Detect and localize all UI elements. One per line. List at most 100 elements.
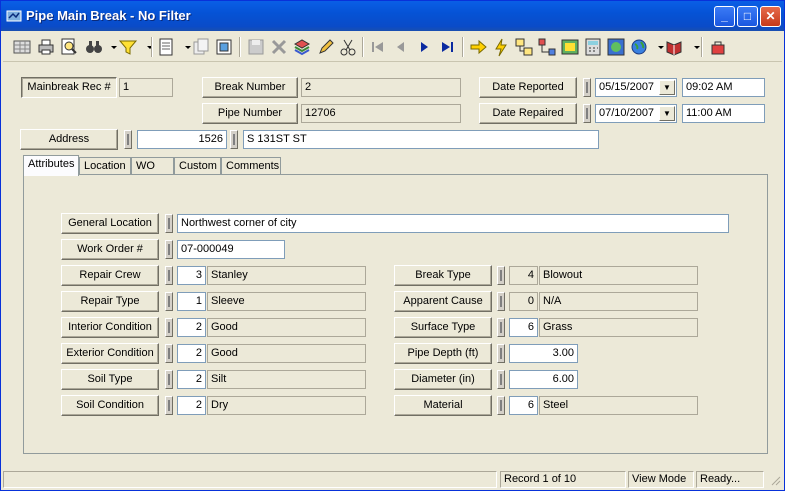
diameter-grip[interactable] bbox=[497, 370, 505, 389]
interior-condition-grip[interactable] bbox=[165, 318, 173, 337]
tree-icon[interactable] bbox=[536, 36, 558, 58]
diameter-field[interactable]: 6.00 bbox=[509, 370, 578, 389]
repair-type-button[interactable]: Repair Type bbox=[61, 291, 159, 312]
resize-grip-icon[interactable] bbox=[769, 474, 781, 486]
date-reported-grip[interactable] bbox=[583, 78, 591, 97]
soil-condition-grip[interactable] bbox=[165, 396, 173, 415]
filter-icon[interactable] bbox=[117, 36, 139, 58]
book-icon[interactable] bbox=[663, 36, 685, 58]
date-reported-picker[interactable]: 05/15/2007 ▼ bbox=[595, 78, 677, 97]
form-icon[interactable] bbox=[213, 36, 235, 58]
repair-type-grip[interactable] bbox=[165, 292, 173, 311]
title-bar[interactable]: Pipe Main Break - No Filter _ □ ✕ bbox=[1, 1, 784, 31]
soil-type-grip[interactable] bbox=[165, 370, 173, 389]
minimize-button[interactable]: _ bbox=[714, 6, 735, 27]
date-reported-button[interactable]: Date Reported bbox=[479, 77, 577, 98]
globe-icon[interactable] bbox=[628, 36, 650, 58]
pipe-depth-button[interactable]: Pipe Depth (ft) bbox=[394, 343, 492, 364]
tab-attributes[interactable]: Attributes bbox=[23, 155, 79, 176]
chevron-down-icon[interactable]: ▼ bbox=[659, 106, 675, 121]
book-dropdown-icon[interactable] bbox=[686, 36, 700, 58]
street-grip[interactable] bbox=[230, 130, 238, 149]
address-grip[interactable] bbox=[124, 130, 132, 149]
lightning-icon[interactable] bbox=[490, 36, 512, 58]
soil-type-button[interactable]: Soil Type bbox=[61, 369, 159, 390]
pipe-depth-field[interactable]: 3.00 bbox=[509, 344, 578, 363]
work-order-field[interactable]: 07-000049 bbox=[177, 240, 285, 259]
soil-condition-button[interactable]: Soil Condition bbox=[61, 395, 159, 416]
copy-record-icon[interactable] bbox=[190, 36, 212, 58]
surface-type-grip[interactable] bbox=[497, 318, 505, 337]
tab-comments[interactable]: Comments bbox=[221, 157, 281, 175]
pipe-depth-grip[interactable] bbox=[497, 344, 505, 363]
interior-condition-code[interactable]: 2 bbox=[177, 318, 206, 337]
time-reported-field[interactable]: 09:02 AM bbox=[682, 78, 765, 97]
scissors-icon[interactable] bbox=[337, 36, 359, 58]
material-button[interactable]: Material bbox=[394, 395, 492, 416]
delete-icon[interactable] bbox=[268, 36, 290, 58]
filter-dropdown-icon[interactable] bbox=[139, 36, 153, 58]
apparent-cause-grip[interactable] bbox=[497, 292, 505, 311]
repair-crew-grip[interactable] bbox=[165, 266, 173, 285]
document-icon[interactable] bbox=[155, 36, 177, 58]
break-type-code[interactable]: 4 bbox=[509, 266, 538, 285]
exit-icon[interactable] bbox=[707, 36, 729, 58]
apparent-cause-button[interactable]: Apparent Cause bbox=[394, 291, 492, 312]
date-repaired-grip[interactable] bbox=[583, 104, 591, 123]
pipe-number-field[interactable]: 12706 bbox=[301, 104, 461, 123]
chevron-down-icon[interactable]: ▼ bbox=[659, 80, 675, 95]
diameter-button[interactable]: Diameter (in) bbox=[394, 369, 492, 390]
globe-dropdown-icon[interactable] bbox=[650, 36, 664, 58]
last-record-icon[interactable] bbox=[436, 36, 458, 58]
exterior-condition-grip[interactable] bbox=[165, 344, 173, 363]
general-location-field[interactable]: Northwest corner of city bbox=[177, 214, 729, 233]
break-number-button[interactable]: Break Number bbox=[202, 77, 298, 98]
surface-type-button[interactable]: Surface Type bbox=[394, 317, 492, 338]
exterior-condition-button[interactable]: Exterior Condition bbox=[61, 343, 159, 364]
first-record-icon[interactable] bbox=[367, 36, 389, 58]
repair-crew-button[interactable]: Repair Crew bbox=[61, 265, 159, 286]
tab-wo[interactable]: WO bbox=[131, 157, 174, 175]
next-record-icon[interactable] bbox=[413, 36, 435, 58]
work-order-grip[interactable] bbox=[165, 240, 173, 259]
date-repaired-button[interactable]: Date Repaired bbox=[479, 103, 577, 124]
document-dropdown-icon[interactable] bbox=[177, 36, 191, 58]
apparent-cause-code[interactable]: 0 bbox=[509, 292, 538, 311]
close-button[interactable]: ✕ bbox=[760, 6, 781, 27]
pipe-number-button[interactable]: Pipe Number bbox=[202, 103, 298, 124]
save-icon[interactable] bbox=[245, 36, 267, 58]
maximize-button[interactable]: □ bbox=[737, 6, 758, 27]
soil-type-code[interactable]: 2 bbox=[177, 370, 206, 389]
break-number-field[interactable]: 2 bbox=[301, 78, 461, 97]
soil-condition-code[interactable]: 2 bbox=[177, 396, 206, 415]
address-street-field[interactable]: S 131ST ST bbox=[243, 130, 599, 149]
edit-pencil-icon[interactable] bbox=[314, 36, 336, 58]
break-type-button[interactable]: Break Type bbox=[394, 265, 492, 286]
map-icon[interactable] bbox=[559, 36, 581, 58]
interior-condition-button[interactable]: Interior Condition bbox=[61, 317, 159, 338]
print-icon[interactable] bbox=[35, 36, 57, 58]
address-number-field[interactable]: 1526 bbox=[137, 130, 227, 149]
tab-location[interactable]: Location bbox=[79, 157, 131, 175]
general-location-button[interactable]: General Location bbox=[61, 213, 159, 234]
general-location-grip[interactable] bbox=[165, 214, 173, 233]
repair-type-code[interactable]: 1 bbox=[177, 292, 206, 311]
surface-type-code[interactable]: 6 bbox=[509, 318, 538, 337]
mainbreak-rec-button[interactable]: Mainbreak Rec # bbox=[21, 77, 117, 98]
binoculars-dropdown-icon[interactable] bbox=[103, 36, 117, 58]
prev-record-icon[interactable] bbox=[390, 36, 412, 58]
material-grip[interactable] bbox=[497, 396, 505, 415]
arrow-right-icon[interactable] bbox=[467, 36, 489, 58]
exterior-condition-code[interactable]: 2 bbox=[177, 344, 206, 363]
tab-custom[interactable]: Custom bbox=[174, 157, 221, 175]
print-preview-icon[interactable] bbox=[58, 36, 80, 58]
calculator-icon[interactable] bbox=[582, 36, 604, 58]
date-repaired-picker[interactable]: 07/10/2007 ▼ bbox=[595, 104, 677, 123]
material-code[interactable]: 6 bbox=[509, 396, 538, 415]
layers-icon[interactable] bbox=[291, 36, 313, 58]
grid-view-icon[interactable] bbox=[11, 36, 33, 58]
binoculars-icon[interactable] bbox=[83, 36, 105, 58]
work-order-button[interactable]: Work Order # bbox=[61, 239, 159, 260]
break-type-grip[interactable] bbox=[497, 266, 505, 285]
repair-crew-code[interactable]: 3 bbox=[177, 266, 206, 285]
